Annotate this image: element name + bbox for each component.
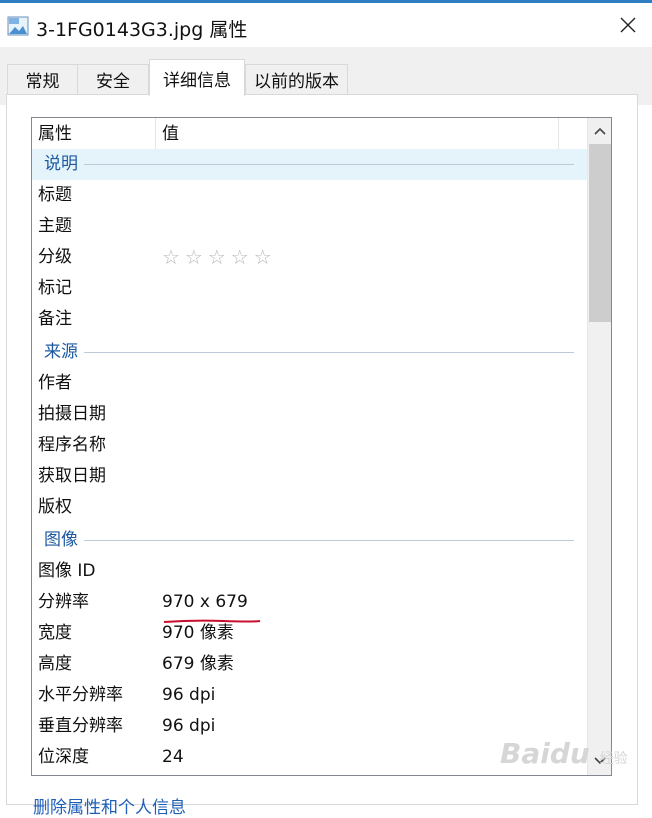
star-rating[interactable]: ☆☆☆☆☆ <box>162 242 277 273</box>
red-underline-annotation <box>163 619 261 623</box>
tab-previous-versions[interactable]: 以前的版本 <box>245 64 348 94</box>
group-header-image[interactable]: 图像 <box>32 525 588 556</box>
group-divider <box>84 352 574 353</box>
column-separator <box>558 118 559 150</box>
property-key: 分辨率 <box>38 592 89 612</box>
property-key: 主题 <box>38 216 72 236</box>
list-item[interactable]: 图像 ID <box>32 556 588 587</box>
close-icon <box>620 17 636 33</box>
list-item[interactable]: 主题 <box>32 211 588 242</box>
property-key: 宽度 <box>38 623 72 643</box>
tab-security[interactable]: 安全 <box>77 64 149 94</box>
group-title: 说明 <box>44 154 78 174</box>
property-key: 版权 <box>38 497 72 517</box>
property-key: 图像 ID <box>38 561 96 581</box>
group-title: 来源 <box>44 342 78 362</box>
list-item-resolution[interactable]: 分辨率 970 x 679 <box>32 587 588 618</box>
property-value: 96 dpi <box>162 685 216 705</box>
column-header-property[interactable]: 属性 <box>38 118 72 150</box>
column-separator <box>155 118 156 150</box>
group-title: 图像 <box>44 530 78 550</box>
scrollbar-thumb[interactable] <box>589 144 611 322</box>
list-item[interactable]: 水平分辨率 96 dpi <box>32 680 588 711</box>
list-item[interactable]: 宽度 970 像素 <box>32 618 588 649</box>
vertical-scrollbar[interactable] <box>587 118 611 775</box>
tab-general[interactable]: 常规 <box>7 64 78 94</box>
list-item[interactable]: 标题 <box>32 180 588 211</box>
property-key: 高度 <box>38 654 72 674</box>
property-key: 拍摄日期 <box>38 404 106 424</box>
group-divider <box>84 164 574 165</box>
column-header-value[interactable]: 值 <box>162 118 179 150</box>
tab-details[interactable]: 详细信息 <box>149 59 245 96</box>
jpg-file-icon <box>7 16 29 36</box>
title-bar: 3-1FG0143G3.jpg 属性 <box>0 3 652 47</box>
property-key: 垂直分辨率 <box>38 716 123 736</box>
group-header-description[interactable]: 说明 <box>32 149 588 180</box>
property-key: 获取日期 <box>38 466 106 486</box>
baidu-watermark: Baidu 经验 <box>500 737 628 770</box>
chevron-up-icon <box>594 127 606 135</box>
property-value: 970 x 679 <box>162 592 248 612</box>
list-item[interactable]: 标记 <box>32 273 588 304</box>
list-item[interactable]: 版权 <box>32 492 588 523</box>
property-list[interactable]: 属性 值 说明 标题 主题 分级 ☆☆☆☆☆ 标记 备注 来源 作者 拍摄日期 程… <box>31 117 612 776</box>
watermark-text: Bai <box>500 737 550 770</box>
list-item[interactable]: 程序名称 <box>32 430 588 461</box>
group-header-origin[interactable]: 来源 <box>32 337 588 368</box>
group-divider <box>84 540 574 541</box>
property-value: 679 像素 <box>162 654 234 674</box>
list-item[interactable]: 高度 679 像素 <box>32 649 588 680</box>
remove-properties-link[interactable]: 删除属性和个人信息 <box>33 793 186 818</box>
property-key: 程序名称 <box>38 435 106 455</box>
list-item[interactable]: 分级 ☆☆☆☆☆ <box>32 242 588 273</box>
property-value: 24 <box>162 747 184 767</box>
list-header: 属性 值 <box>32 118 588 150</box>
property-key: 标题 <box>38 185 72 205</box>
list-item[interactable]: 获取日期 <box>32 461 588 492</box>
property-key: 作者 <box>38 373 72 393</box>
property-key: 标记 <box>38 278 72 298</box>
list-item[interactable]: 拍摄日期 <box>32 399 588 430</box>
property-key: 分级 <box>38 247 72 267</box>
property-key: 备注 <box>38 309 72 329</box>
close-button[interactable] <box>606 7 650 43</box>
list-item[interactable]: 备注 <box>32 304 588 335</box>
watermark-sub: 经验 <box>599 751 628 767</box>
window-title: 3-1FG0143G3.jpg 属性 <box>36 19 248 41</box>
property-key: 水平分辨率 <box>38 685 123 705</box>
scroll-up-button[interactable] <box>590 121 610 141</box>
list-item[interactable]: 作者 <box>32 368 588 399</box>
watermark-suffix: du <box>549 737 590 770</box>
property-key: 位深度 <box>38 747 89 767</box>
property-value: 96 dpi <box>162 716 216 736</box>
